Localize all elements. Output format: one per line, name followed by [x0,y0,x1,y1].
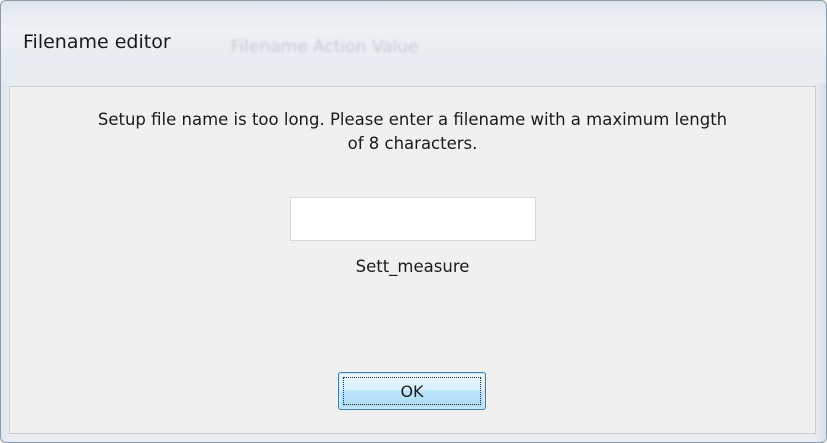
error-message-line-2: of 8 characters. [347,134,478,153]
title-bar[interactable]: Filename Action Value Filename editor [1,1,826,83]
window-frame-right [816,83,826,442]
dialog-client-area: Setup file name is too long. Please ente… [9,86,816,434]
current-filename-label: Sett_measure [355,257,470,276]
ok-button[interactable]: OK [338,372,486,410]
window-frame-left [1,83,9,442]
error-message: Setup file name is too long. Please ente… [10,108,815,156]
filename-editor-dialog: Filename Action Value Filename editor Se… [0,0,827,443]
window-title: Filename editor [23,31,171,53]
new-filename-input[interactable] [290,197,536,241]
ghost-title-text: Filename Action Value [231,37,419,57]
error-message-line-1: Setup file name is too long. Please ente… [97,110,728,129]
